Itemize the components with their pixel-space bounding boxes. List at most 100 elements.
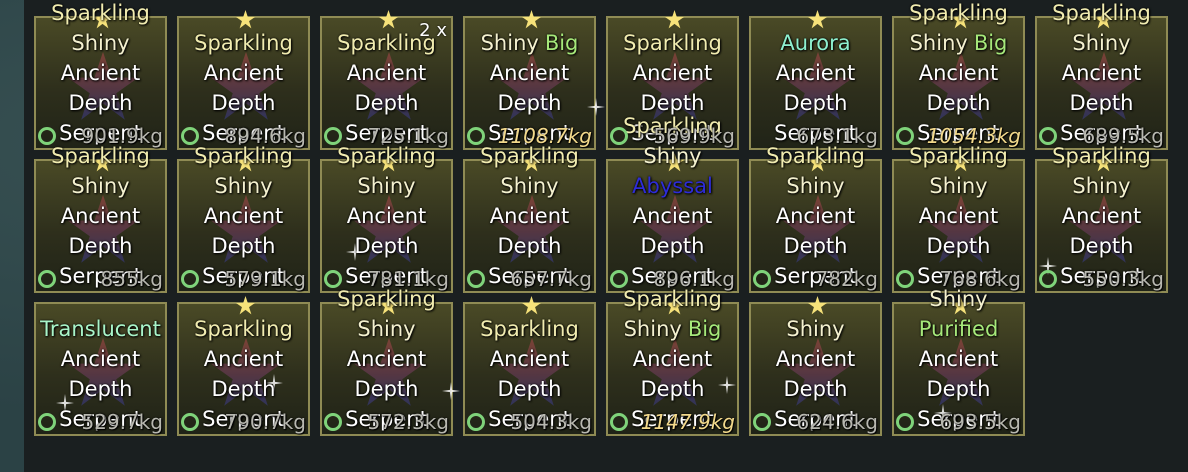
species-word: Depth: [1069, 234, 1134, 258]
favorite-ring-icon[interactable]: [467, 270, 485, 288]
fish-name-line: Shiny: [68, 171, 132, 201]
inventory-slot[interactable]: Aurora Ancient Depth Serpent 673.1kg: [749, 10, 882, 150]
inventory-slot[interactable]: Sparkling Shiny Ancient Depth Serpent 689.5kg: [1035, 1, 1168, 150]
species-word: Depth: [211, 91, 276, 115]
fish-name-line: Depth: [1067, 88, 1137, 118]
mutation-label: Shiny: [357, 174, 416, 198]
favorite-ring-icon[interactable]: [610, 127, 628, 145]
species-word: Depth: [354, 91, 419, 115]
inventory-slot[interactable]: Sparkling Shiny Ancient Depth Serpent 782kg: [749, 144, 882, 293]
mutation-label: Sparkling: [194, 31, 293, 55]
favorite-ring-icon[interactable]: [1039, 270, 1057, 288]
fish-weight: 624.6kg: [796, 410, 878, 434]
fish-name-line: Ancient: [58, 58, 144, 88]
fish-weight: 504.3kg: [510, 410, 592, 434]
inventory-slot[interactable]: Sparkling Ancient Depth Serpent 504.3kg: [463, 296, 596, 436]
fish-name-line: Shiny: [211, 171, 275, 201]
fish-weight: 569.9kg: [653, 124, 735, 148]
favorite-ring-icon[interactable]: [896, 127, 914, 145]
inventory-slot[interactable]: Shiny Big Ancient Depth Serpent 1108.7kg: [463, 10, 605, 150]
species-word: Ancient: [60, 61, 141, 85]
mutation-label: Shiny: [786, 317, 845, 341]
species-word: Ancient: [775, 61, 856, 85]
inventory-slot[interactable]: Sparkling Ancient Depth Serpent 725.1kg 2 x: [320, 10, 453, 150]
favorite-ring-icon[interactable]: [324, 127, 342, 145]
mutation-label: Shiny: [480, 31, 539, 55]
inventory-slot[interactable]: Sparkling Ancient Depth Serpent 790.7kg: [177, 296, 310, 436]
species-word: Ancient: [489, 204, 570, 228]
fish-weight: 725.1kg: [367, 124, 449, 148]
favorite-ring-icon[interactable]: [610, 270, 628, 288]
inventory-slot[interactable]: Sparkling Shiny Ancient Depth Serpent 550.3kg: [1035, 144, 1168, 293]
fish-weight: 768.6kg: [939, 267, 1021, 291]
inventory-slot[interactable]: Sparkling Shiny Ancient Depth Serpent 901.9kg: [34, 1, 167, 150]
inventory-grid: Sparkling Shiny Ancient Depth Serpent 901.9kg…: [34, 1, 1168, 436]
inventory-slot[interactable]: Sparkling Shiny Ancient Depth Serpent 855kg: [34, 144, 167, 293]
inventory-slot[interactable]: Sparkling Ancient Depth Serpent 569.9kg: [606, 10, 739, 150]
fish-name-line: Sparkling: [477, 314, 582, 344]
fish-name-line: Shiny: [926, 171, 990, 201]
favorite-ring-icon[interactable]: [324, 270, 342, 288]
inventory-slot[interactable]: Sparkling Shiny Ancient Depth Serpent 657.7kg: [463, 144, 596, 293]
inventory-slot[interactable]: Sparkling Shiny Big Ancient Depth Serpent 1054…: [892, 1, 1025, 150]
fish-name-line: Ancient: [58, 344, 144, 374]
fish-name-line: Ancient: [344, 201, 430, 231]
fish-name-line: Sparkling: [1049, 0, 1154, 28]
species-word: Ancient: [60, 204, 141, 228]
inventory-slot[interactable]: Sparkling Shiny Ancient Depth Serpent 572.3kg: [320, 287, 460, 436]
fish-name-line: Depth: [66, 374, 136, 404]
inventory-slot[interactable]: Translucent Ancient Depth Serpent 529.7kg: [34, 302, 167, 436]
favorite-ring-icon[interactable]: [467, 127, 485, 145]
species-word: Depth: [497, 234, 562, 258]
inventory-slot[interactable]: Sparkling Shiny Ancient Depth Serpent 579.1kg: [177, 144, 310, 293]
favorite-ring-icon[interactable]: [324, 413, 342, 431]
fish-weight: 1108.7kg: [497, 124, 592, 148]
inventory-slot[interactable]: Sparkling Shiny Ancient Depth Serpent 781.1kg: [320, 144, 453, 293]
fish-name-line: Depth: [495, 231, 565, 261]
favorite-ring-icon[interactable]: [610, 413, 628, 431]
species-word: Depth: [211, 377, 276, 401]
favorite-ring-icon[interactable]: [181, 127, 199, 145]
favorite-ring-icon[interactable]: [38, 413, 56, 431]
fish-name-line: Ancient: [773, 344, 859, 374]
fish-weight: 1054.3kg: [926, 124, 1021, 148]
inventory-slot[interactable]: Sparkling Ancient Depth Serpent 894.6kg: [177, 10, 310, 150]
species-word: Ancient: [489, 61, 570, 85]
species-word: Depth: [1069, 91, 1134, 115]
inventory-slot[interactable]: Sparkling Shiny Ancient Depth Serpent 768.6kg: [892, 144, 1025, 293]
favorite-ring-icon[interactable]: [753, 413, 771, 431]
fish-weight: 894.6kg: [224, 124, 306, 148]
fish-name-line: Sparkling: [906, 0, 1011, 28]
favorite-ring-icon[interactable]: [181, 270, 199, 288]
fish-name-line: Depth: [924, 374, 994, 404]
favorite-ring-icon[interactable]: [181, 413, 199, 431]
favorite-ring-icon[interactable]: [38, 127, 56, 145]
fish-name-line: Translucent: [37, 314, 164, 344]
favorite-ring-icon[interactable]: [896, 270, 914, 288]
species-word: Ancient: [632, 204, 713, 228]
fish-weight: 901.9kg: [81, 124, 163, 148]
fish-name-line: Ancient: [916, 201, 1002, 231]
fish-name-line: Ancient: [1059, 201, 1145, 231]
mutation-label: Big: [687, 317, 722, 341]
species-word: Depth: [211, 234, 276, 258]
species-word: Ancient: [918, 61, 999, 85]
fish-name-line: Depth: [495, 88, 565, 118]
fish-name-line: Shiny Big: [907, 28, 1011, 58]
mutation-label: Shiny: [623, 317, 682, 341]
inventory-slot[interactable]: Sparkling Shiny Abyssal Ancient Depth Serpent…: [606, 114, 739, 293]
favorite-ring-icon[interactable]: [753, 270, 771, 288]
inventory-slot[interactable]: Sparkling Shiny Big Ancient Depth Serpent 1147…: [606, 287, 739, 436]
star-icon: [808, 296, 827, 315]
inventory-slot[interactable]: Shiny Ancient Depth Serpent 624.6kg: [749, 296, 882, 436]
mutation-label: Big: [973, 31, 1008, 55]
favorite-ring-icon[interactable]: [467, 413, 485, 431]
inventory-slot[interactable]: Shiny Purified Ancient Depth Serpent 693.5kg: [892, 287, 1025, 436]
fish-name-line: Shiny: [497, 171, 561, 201]
species-word: Ancient: [632, 347, 713, 371]
favorite-ring-icon[interactable]: [38, 270, 56, 288]
species-word: Depth: [783, 91, 848, 115]
favorite-ring-icon[interactable]: [1039, 127, 1057, 145]
favorite-ring-icon[interactable]: [896, 413, 914, 431]
species-word: Ancient: [775, 204, 856, 228]
